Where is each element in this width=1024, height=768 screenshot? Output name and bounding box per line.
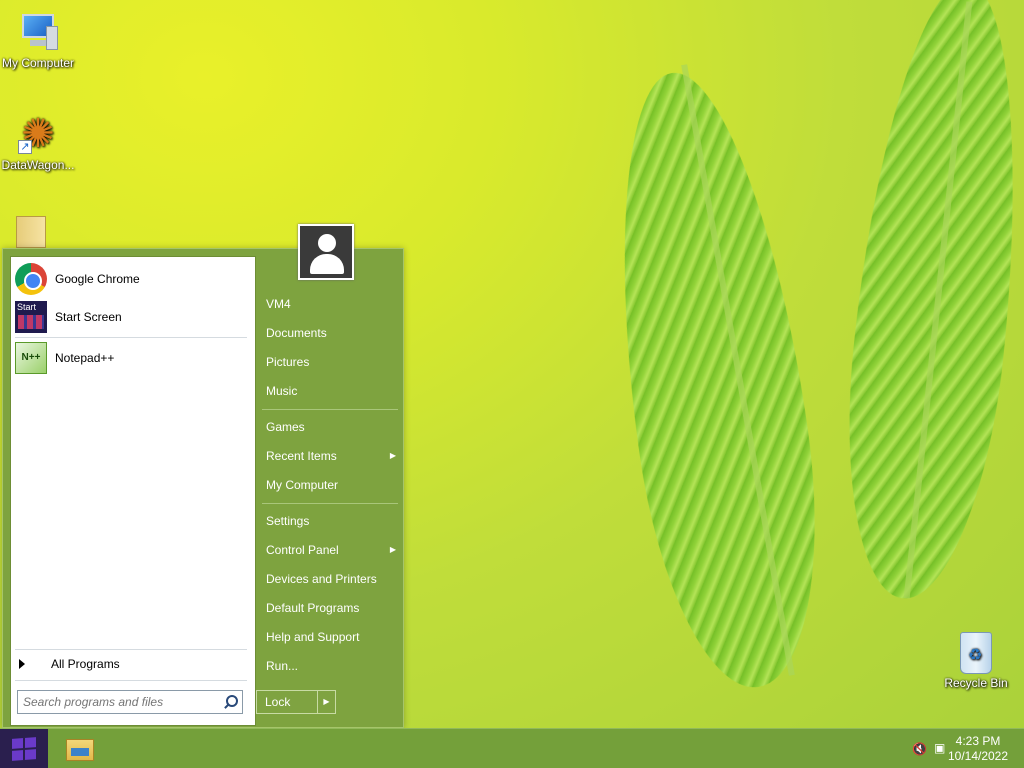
- start-menu-places-pane: VM4 Documents Pictures Music Games Recen…: [258, 249, 403, 727]
- file-explorer-icon: [66, 739, 94, 761]
- submenu-arrow-icon: ▶: [389, 451, 396, 460]
- search-box[interactable]: [17, 690, 243, 714]
- pictures-link[interactable]: Pictures: [266, 351, 398, 373]
- lock-button[interactable]: Lock ▶: [256, 690, 336, 714]
- recent-items-link[interactable]: Recent Items ▶: [266, 445, 398, 467]
- system-tray: 🔇 ▣ 4:23 PM 10/14/2022: [884, 729, 1024, 768]
- start-screen-icon: Start: [15, 301, 47, 333]
- clock-time: 4:23 PM: [955, 734, 1001, 748]
- taskbar-file-explorer[interactable]: [60, 733, 100, 765]
- program-label: Google Chrome: [55, 272, 140, 286]
- desktop-icon-label: DataWagon...: [1, 158, 75, 172]
- submenu-arrow-icon: ▶: [389, 545, 396, 554]
- run-link[interactable]: Run...: [266, 655, 398, 677]
- desktop-icon-recycle-bin[interactable]: Recycle Bin: [938, 632, 1014, 690]
- user-icon: [318, 234, 336, 252]
- devices-printers-link[interactable]: Devices and Printers: [266, 568, 398, 590]
- start-screen-icon-text: Start: [17, 302, 37, 312]
- search-input[interactable]: [18, 692, 220, 712]
- divider: [262, 409, 398, 410]
- control-panel-link[interactable]: Control Panel ▶: [266, 539, 398, 561]
- pinned-program-notepad-plus-plus[interactable]: N++ Notepad++: [15, 340, 251, 376]
- my-computer-link[interactable]: My Computer: [266, 474, 398, 496]
- volume-muted-icon[interactable]: 🔇: [912, 742, 927, 756]
- program-label: Notepad++: [55, 351, 115, 365]
- documents-link[interactable]: Documents: [266, 322, 398, 344]
- desktop-icon-my-computer[interactable]: My Computer: [0, 10, 76, 70]
- shortcut-arrow-icon: ↗: [18, 140, 32, 154]
- lock-options-arrow-icon[interactable]: ▶: [317, 691, 335, 713]
- wallpaper-leaf: [828, 0, 1024, 607]
- clock[interactable]: 4:23 PM 10/14/2022: [946, 734, 1010, 764]
- datawagon-icon: ✺ ↗: [16, 112, 60, 156]
- pinned-program-start-screen[interactable]: Start Start Screen: [15, 299, 251, 335]
- user-folder-link[interactable]: VM4: [266, 293, 398, 315]
- windows-logo-icon: [12, 737, 36, 761]
- music-link[interactable]: Music: [266, 380, 398, 402]
- recent-items-label: Recent Items: [266, 449, 337, 463]
- control-panel-label: Control Panel: [266, 543, 339, 557]
- all-programs-button[interactable]: All Programs: [19, 653, 249, 675]
- notepad-icon-text: N++: [21, 352, 41, 363]
- default-programs-link[interactable]: Default Programs: [266, 597, 398, 619]
- divider: [15, 680, 247, 681]
- pinned-program-chrome[interactable]: Google Chrome: [15, 261, 251, 297]
- games-link[interactable]: Games: [266, 416, 398, 438]
- start-menu: Google Chrome Start Start Screen N++ Not…: [2, 248, 404, 728]
- wallpaper-leaf: [587, 61, 843, 699]
- divider: [15, 649, 247, 650]
- desktop-icon-label: My Computer: [1, 56, 75, 70]
- help-support-link[interactable]: Help and Support: [266, 626, 398, 648]
- taskbar: 🔇 ▣ 4:23 PM 10/14/2022: [0, 728, 1024, 768]
- notepad-plus-plus-icon: N++: [15, 342, 47, 374]
- desktop-icon-label: Recycle Bin: [944, 676, 1008, 690]
- desktop-icon-datawagon[interactable]: ✺ ↗ DataWagon...: [0, 112, 76, 172]
- chrome-icon: [15, 263, 47, 295]
- divider: [262, 503, 398, 504]
- recycle-bin-icon: [960, 632, 992, 674]
- clock-date: 10/14/2022: [947, 749, 1009, 763]
- all-programs-label: All Programs: [51, 657, 120, 671]
- divider: [15, 337, 247, 338]
- expand-arrow-icon: [19, 659, 25, 669]
- start-button[interactable]: [0, 729, 48, 768]
- computer-icon: [16, 10, 60, 54]
- start-menu-programs-pane: Google Chrome Start Start Screen N++ Not…: [10, 256, 256, 726]
- program-label: Start Screen: [55, 310, 122, 324]
- lock-label: Lock: [265, 695, 291, 709]
- user-avatar[interactable]: [298, 224, 354, 280]
- search-icon[interactable]: [220, 692, 242, 712]
- folder-icon[interactable]: [16, 216, 46, 248]
- settings-link[interactable]: Settings: [266, 510, 398, 532]
